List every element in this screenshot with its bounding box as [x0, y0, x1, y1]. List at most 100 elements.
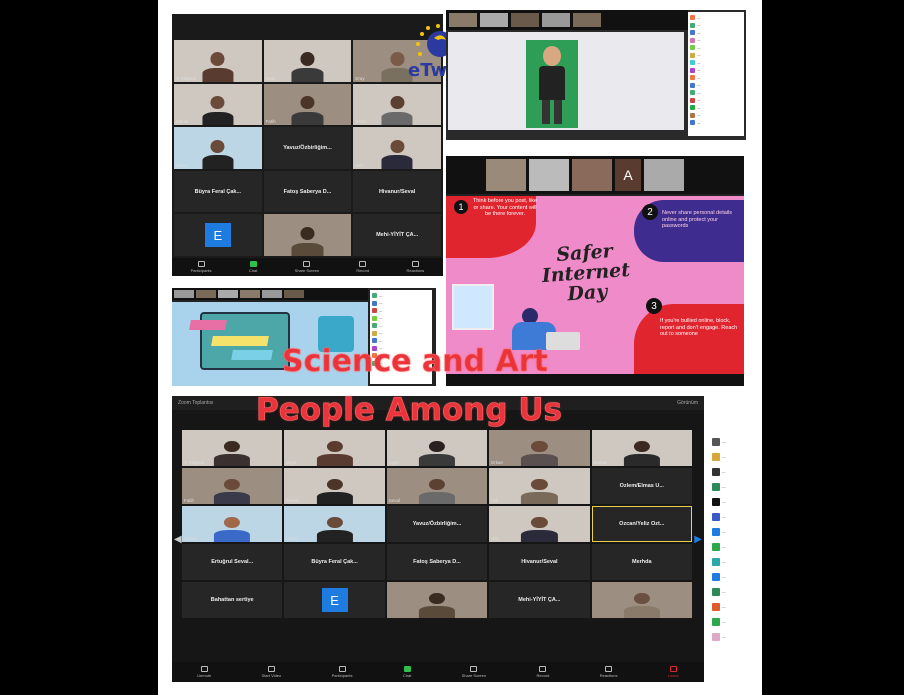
participant-name: Mehi-YİYİT ÇA... [376, 232, 419, 239]
participants-icon [197, 261, 205, 267]
video-tile[interactable]: Merve [174, 83, 262, 126]
participants-button[interactable]: Participants [332, 666, 353, 678]
video-tile[interactable]: Ahmet [182, 506, 283, 542]
video-tile[interactable]: Seval [386, 468, 488, 504]
video-tile-off[interactable]: Merhda [591, 544, 692, 580]
tip-number: 2 [642, 204, 658, 220]
overlay-title-line1: Science and Art [282, 344, 548, 380]
overlay-title-line2: People Among Us [256, 392, 563, 429]
video-tile[interactable]: Ozan [284, 506, 385, 542]
tip-number: 3 [646, 298, 662, 314]
collage-page: Y. Yağmur Ayşe Eray Merve Fatih Seval Oz… [158, 0, 762, 695]
chat-button[interactable]: Chat [403, 666, 411, 678]
top-right-screen-share: — — — — — — — — — — — — — — — [446, 10, 746, 140]
avatar: E [321, 588, 348, 612]
record-button[interactable]: Record [356, 261, 369, 273]
toolbar-label: Share Screen [294, 268, 320, 273]
chat-icon [403, 666, 411, 672]
video-tile-off[interactable]: Ozcan/Yeliz Ozt... [591, 506, 692, 542]
participant-name: Ertuğrul Seval... [211, 559, 254, 565]
tip-text: Never share personal details online and … [662, 210, 733, 230]
bottom-zoom-screenshot: Zoom Toplantısı Görünüm Y. Yağmur Bilge … [172, 396, 704, 682]
video-tile-off[interactable]: Mehi-YİYİT ÇA... [489, 582, 590, 618]
tip-text: If you're bullied online, block, report … [660, 318, 738, 338]
toolbar-label: Unmute [197, 673, 212, 678]
reactions-icon [411, 261, 419, 267]
meeting-toolbar: Unmute Start Video Participants Chat Sha… [172, 662, 704, 682]
video-tile-off[interactable]: Bahattan sertiye [182, 582, 283, 618]
toolbar-label: Record [536, 673, 550, 678]
video-tile[interactable]: Seval [353, 83, 441, 126]
video-tile-off[interactable]: Yavuz/Özbirliğim... [263, 127, 352, 169]
record-button[interactable]: Record [536, 666, 549, 678]
video-tile-avatar[interactable]: E [174, 214, 262, 256]
toolbar-label: Participants [331, 673, 353, 678]
unmute-button[interactable]: Unmute [197, 666, 211, 678]
video-tile[interactable]: Bilge [284, 430, 385, 466]
reactions-button[interactable]: Reactions [600, 666, 618, 678]
video-tile-off[interactable]: Fatoş Saberya D... [386, 544, 488, 580]
video-tile-off[interactable]: Hivanur/Seval [489, 544, 590, 580]
share-screen-button[interactable]: Share Screen [462, 666, 486, 678]
toolbar-label: Chat [248, 268, 258, 273]
share-screen-button[interactable]: Share Screen [295, 261, 319, 273]
avatar-card [526, 40, 578, 128]
video-tile[interactable]: Aslı [489, 506, 590, 542]
video-tile-off[interactable]: Mehi-YİYİT ÇA... [353, 214, 441, 256]
leave-button[interactable]: Leave [668, 666, 679, 678]
next-page-arrow[interactable]: ▶ [694, 534, 702, 545]
video-tile[interactable]: Aslı [353, 127, 441, 169]
video-tile-off[interactable]: Ozlem/Elmas U... [591, 468, 692, 504]
video-tile-off[interactable]: Ertuğrul Seval... [182, 544, 283, 580]
prev-page-arrow[interactable]: ◀ [174, 534, 182, 545]
participants-button[interactable]: Participants [191, 261, 212, 273]
participant-name: Yavuz/Özbirliğim... [412, 521, 462, 527]
video-tile-avatar[interactable]: E [284, 582, 385, 618]
video-tile-off[interactable]: Yavuz/Özbirliğim... [386, 506, 488, 542]
toolbar-label: Record [356, 268, 370, 273]
video-tile[interactable]: Emine [591, 430, 692, 466]
participants-icon [338, 666, 346, 672]
participant-name: Hivanur/Seval [521, 559, 558, 565]
video-tile-off[interactable]: Hivanur/Seval [353, 170, 441, 213]
video-tile[interactable] [591, 582, 692, 618]
toolbar-label: Leave [667, 673, 679, 678]
participant-name: Ozlem/Elmas U... [619, 483, 664, 489]
reactions-icon [605, 666, 613, 672]
toolbar-label: Chat [402, 673, 412, 678]
toolbar-label: Share Screen [461, 673, 487, 678]
video-tile-off[interactable]: Fatoş Saberya D... [263, 170, 352, 213]
video-tile[interactable]: Ozan [174, 127, 262, 169]
poster-title: Safer Internet Day [541, 240, 631, 306]
video-tile[interactable]: Erkan [489, 430, 590, 466]
video-tile[interactable]: Ayşe [263, 40, 352, 82]
participant-name: Mehi-YİYİT ÇA... [518, 597, 561, 603]
microphone-icon [200, 666, 208, 672]
start-video-button[interactable]: Start Video [262, 666, 281, 678]
video-tile[interactable]: Ayşe [386, 430, 488, 466]
video-tile[interactable]: Y. Yağmur [174, 40, 262, 82]
meeting-toolbar: Participants Chat Share Screen Record Re… [172, 258, 443, 276]
share-icon [303, 261, 311, 267]
window-illustration [452, 284, 494, 330]
participant-name: Fatoş Saberya D... [413, 559, 461, 565]
video-tile-off[interactable]: Büyra Feral Çak... [284, 544, 385, 580]
video-tile[interactable]: Fatih [263, 83, 352, 126]
reactions-button[interactable]: Reactions [407, 261, 424, 273]
chat-icon [249, 261, 257, 267]
video-tile[interactable] [263, 214, 352, 256]
tip-text: Think before you post, like or share. Yo… [472, 198, 538, 218]
video-tile[interactable] [386, 582, 488, 618]
participant-name: Ozcan/Yeliz Ozt... [619, 521, 665, 527]
video-tile[interactable]: Gül [489, 468, 590, 504]
toolbar-label: Reactions [599, 673, 618, 678]
leave-icon [669, 666, 677, 672]
video-tile-off[interactable]: Büyra Feral Çak... [174, 170, 262, 213]
video-tile[interactable]: Merve [284, 468, 385, 504]
chat-button[interactable]: Chat [249, 261, 257, 273]
video-tile[interactable]: Y. Yağmur [182, 430, 283, 466]
video-tile[interactable]: Fatih [182, 468, 283, 504]
participant-name: Büyra Feral Çak... [194, 188, 242, 195]
view-button[interactable]: Görünüm [677, 400, 698, 406]
avatar: E [204, 223, 231, 248]
